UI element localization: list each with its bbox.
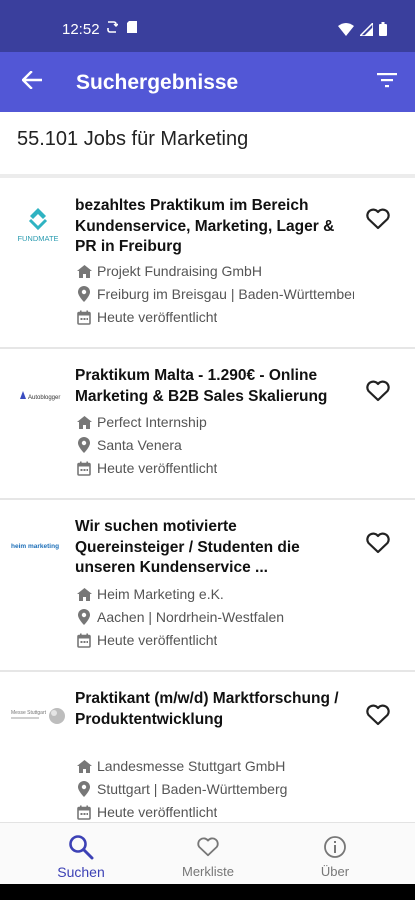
company-row: Projekt Fundraising GmbH (76, 261, 354, 281)
building-icon (76, 414, 92, 430)
date-row: Heute veröffentlicht (76, 307, 354, 327)
result-count: 55.101 Jobs für Marketing (17, 128, 249, 150)
location-row: Santa Venera (76, 435, 354, 455)
company-name: Perfect Internship (97, 414, 207, 430)
company-row: Heim Marketing e.K. (76, 584, 354, 604)
system-gesture-bar (0, 884, 415, 900)
sd-card-icon (126, 20, 138, 39)
published-date: Heute veröffentlicht (97, 309, 218, 325)
company-name: Projekt Fundraising GmbH (97, 263, 262, 279)
search-icon (68, 833, 94, 861)
status-time: 12:52 (62, 21, 100, 38)
company-logo: Autoblogger (10, 375, 66, 415)
wifi-icon (338, 22, 354, 41)
company-logo: Messe Stuttgart (10, 696, 66, 736)
svg-text:FUNDMATE: FUNDMATE (17, 234, 58, 243)
job-list: FUNDMATE bezahltes Praktikum im Bereich … (0, 178, 415, 832)
published-date: Heute veröffentlicht (97, 460, 218, 476)
favorite-button[interactable] (363, 379, 393, 407)
job-card[interactable]: Messe Stuttgart Praktikant (m/w/d) Markt… (0, 672, 415, 832)
calendar-icon (76, 632, 92, 648)
app-bar: Suchergebnisse (0, 52, 415, 112)
job-location: Freiburg im Breisgau | Baden-Württemberg (97, 286, 354, 302)
bottom-nav: Suchen Merkliste Über (0, 822, 415, 884)
location-pin-icon (76, 286, 92, 302)
location-row: Stuttgart | Baden-Württemberg (76, 779, 354, 799)
filter-icon (377, 72, 397, 93)
building-icon (76, 263, 92, 279)
company-row: Landesmesse Stuttgart GmbH (76, 756, 354, 776)
location-pin-icon (76, 437, 92, 453)
svg-text:Autoblogger: Autoblogger (28, 395, 60, 401)
job-location: Santa Venera (97, 437, 182, 453)
job-title: Praktikum Malta - 1.290€ - Online Market… (75, 367, 328, 405)
date-row: Heute veröffentlicht (76, 458, 354, 478)
company-row: Perfect Internship (76, 412, 354, 432)
nav-item-ueber[interactable]: Über (266, 823, 404, 885)
building-icon (76, 758, 92, 774)
company-logo: heim marketing (10, 524, 66, 564)
date-row: Heute veröffentlicht (76, 802, 354, 822)
nav-label: Suchen (57, 864, 105, 880)
signal-icon (358, 20, 374, 41)
favorite-button[interactable] (363, 703, 393, 731)
company-logo: FUNDMATE (10, 204, 66, 244)
svg-text:Messe Stuttgart: Messe Stuttgart (11, 710, 47, 716)
info-icon (323, 833, 347, 861)
heart-outline-icon (365, 207, 391, 236)
job-title: bezahltes Praktikum im Bereich Kundenser… (75, 197, 335, 255)
job-card[interactable]: FUNDMATE bezahltes Praktikum im Bereich … (0, 178, 415, 349)
calendar-icon (76, 309, 92, 325)
back-button[interactable] (18, 68, 46, 96)
date-row: Heute veröffentlicht (76, 630, 354, 650)
location-row: Freiburg im Breisgau | Baden-Württemberg (76, 284, 354, 304)
job-title: Praktikant (m/w/d) Marktforschung / Prod… (75, 690, 339, 728)
building-icon (76, 586, 92, 602)
favorite-button[interactable] (363, 207, 393, 235)
filter-button[interactable] (373, 68, 401, 96)
battery-icon (379, 22, 387, 41)
job-title: Wir suchen motivierte Quereinsteiger / S… (75, 518, 300, 576)
heart-outline-icon (365, 703, 391, 732)
location-pin-icon (76, 609, 92, 625)
nav-label: Merkliste (181, 864, 234, 879)
arrow-left-icon (21, 69, 43, 94)
heart-outline-icon (365, 531, 391, 560)
nav-label: Über (320, 864, 350, 879)
location-pin-icon (76, 781, 92, 797)
nav-item-merkliste[interactable]: Merkliste (139, 823, 277, 885)
calendar-icon (76, 804, 92, 820)
company-name: Landesmesse Stuttgart GmbH (97, 758, 286, 774)
company-name: Heim Marketing e.K. (97, 586, 224, 602)
published-date: Heute veröffentlicht (97, 804, 218, 820)
heart-outline-icon (196, 833, 220, 861)
job-location: Aachen | Nordrhein-Westfalen (97, 609, 285, 625)
sync-icon (106, 20, 119, 39)
favorite-button[interactable] (363, 531, 393, 559)
job-location: Stuttgart | Baden-Württemberg (97, 781, 288, 797)
heart-outline-icon (365, 379, 391, 408)
calendar-icon (76, 460, 92, 476)
location-row: Aachen | Nordrhein-Westfalen (76, 607, 354, 627)
job-card[interactable]: heim marketing Wir suchen motivierte Que… (0, 500, 415, 672)
job-card[interactable]: Autoblogger Praktikum Malta - 1.290€ - O… (0, 349, 415, 500)
published-date: Heute veröffentlicht (97, 632, 218, 648)
nav-item-suchen[interactable]: Suchen (12, 823, 150, 885)
status-bar: 12:52 (0, 0, 415, 52)
page-title: Suchergebnisse (76, 71, 239, 94)
svg-text:heim marketing: heim marketing (11, 543, 59, 550)
